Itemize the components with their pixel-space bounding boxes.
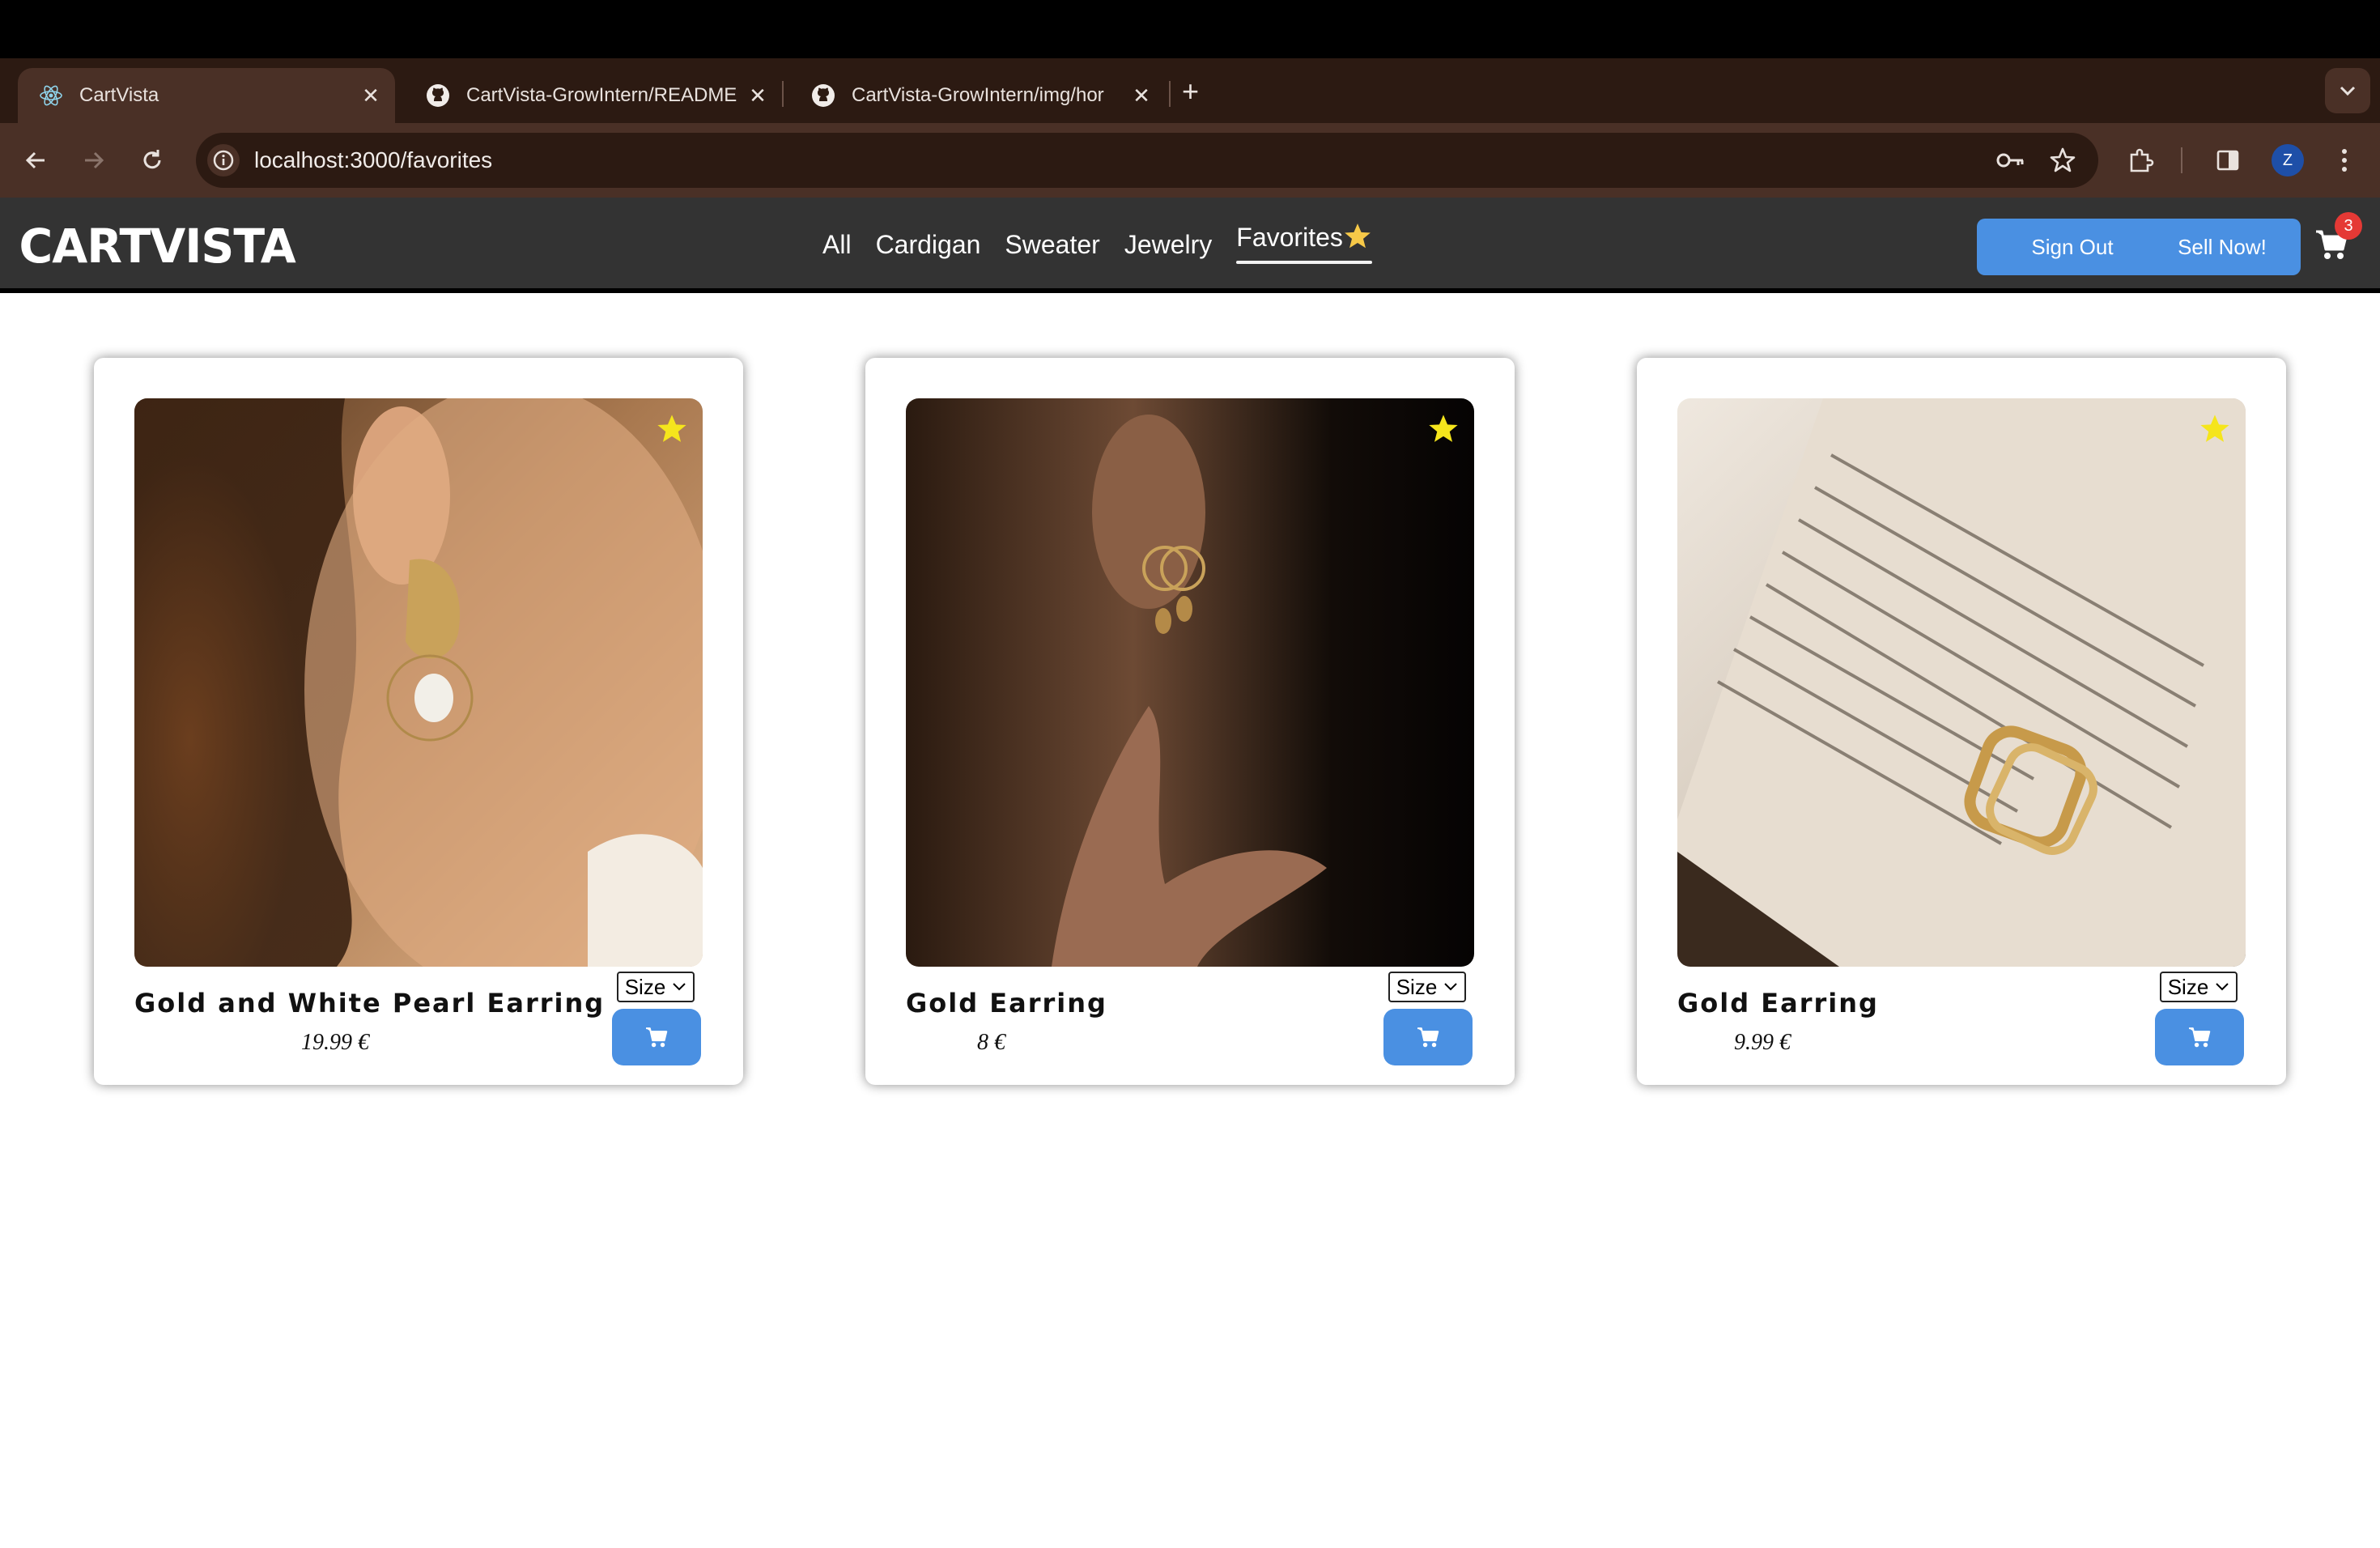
size-label: Size xyxy=(2167,974,2209,999)
back-arrow-icon[interactable] xyxy=(16,141,55,180)
sign-out-button[interactable]: Sign Out xyxy=(1977,219,2168,275)
size-select[interactable]: Size xyxy=(2160,972,2238,1002)
product-price: 8 € xyxy=(977,1030,1005,1055)
product-card: Gold and White Pearl Earring 19.99 € Siz… xyxy=(94,358,743,1085)
forward-arrow-icon[interactable] xyxy=(74,141,113,180)
add-to-cart-button[interactable] xyxy=(612,1009,701,1065)
nav-link-cardigan[interactable]: Cardigan xyxy=(876,230,981,261)
reload-icon[interactable] xyxy=(133,141,172,180)
tab-title: CartVista-GrowIntern/img/hor xyxy=(852,84,1104,106)
cart-icon xyxy=(646,1027,668,1048)
close-tab-icon[interactable]: ✕ xyxy=(359,83,382,108)
product-card: Gold Earring 8 € Size xyxy=(865,358,1515,1085)
category-nav: All Cardigan Sweater Jewelry Favorites xyxy=(822,223,1372,264)
product-card: Gold Earring 9.99 € Size xyxy=(1637,358,2286,1085)
macos-top-bar xyxy=(0,0,2380,58)
cart-icon xyxy=(1417,1027,1439,1048)
product-image-gold-earring[interactable] xyxy=(906,398,1474,967)
github-icon xyxy=(426,83,450,108)
new-tab-plus-icon[interactable]: + xyxy=(1182,74,1199,108)
size-label: Size xyxy=(1396,974,1438,999)
favorite-star-icon[interactable] xyxy=(1427,413,1460,445)
chevron-down-icon xyxy=(673,983,686,991)
size-label: Size xyxy=(624,974,666,999)
react-icon xyxy=(39,83,63,108)
product-name: Gold and White Pearl Earring xyxy=(134,988,606,1019)
product-name: Gold Earring xyxy=(906,988,1107,1019)
cart-count-badge: 3 xyxy=(2335,212,2362,240)
close-tab-icon[interactable]: ✕ xyxy=(1130,83,1153,108)
browser-tab-img[interactable]: CartVista-GrowIntern/img/hor ✕ xyxy=(790,68,1166,123)
browser-tab-cartvista[interactable]: CartVista ✕ xyxy=(18,68,395,123)
tab-search-chevron-icon[interactable] xyxy=(2325,68,2370,113)
bookmark-star-icon[interactable] xyxy=(2046,144,2079,176)
close-tab-icon[interactable]: ✕ xyxy=(746,83,769,108)
nav-link-all[interactable]: All xyxy=(822,230,852,261)
browser-toolbar: localhost:3000/favorites Z xyxy=(0,123,2380,198)
add-to-cart-button[interactable] xyxy=(2155,1009,2244,1065)
nav-link-jewelry[interactable]: Jewelry xyxy=(1124,230,1212,261)
product-image-pearl-earring[interactable] xyxy=(134,398,703,967)
extensions-puzzle-icon[interactable] xyxy=(2121,141,2160,180)
sell-now-button[interactable]: Sell Now! xyxy=(2144,219,2301,275)
favorite-star-icon[interactable] xyxy=(656,413,688,445)
address-bar[interactable]: localhost:3000/favorites xyxy=(196,133,2098,188)
product-image-gold-hoop-earring[interactable] xyxy=(1677,398,2246,967)
product-price: 9.99 € xyxy=(1734,1030,1791,1055)
tab-title: CartVista-GrowIntern/README xyxy=(466,84,737,106)
product-name: Gold Earring xyxy=(1677,988,1879,1019)
size-select[interactable]: Size xyxy=(1388,972,1466,1002)
site-info-icon[interactable] xyxy=(207,144,240,176)
nav-link-sweater[interactable]: Sweater xyxy=(1005,230,1099,261)
url-text[interactable]: localhost:3000/favorites xyxy=(254,147,492,173)
add-to-cart-button[interactable] xyxy=(1383,1009,1473,1065)
chevron-down-icon xyxy=(1444,983,1457,991)
tab-separator xyxy=(782,81,784,107)
cartvista-logo[interactable]: CARTVISTA xyxy=(19,219,295,274)
github-icon xyxy=(811,83,835,108)
size-select[interactable]: Size xyxy=(617,972,695,1002)
product-price: 19.99 € xyxy=(301,1030,369,1055)
cart-icon xyxy=(2189,1027,2211,1048)
favorites-label: Favorites xyxy=(1236,223,1343,252)
password-key-icon[interactable] xyxy=(1995,144,2027,176)
profile-avatar[interactable]: Z xyxy=(2272,144,2304,176)
tab-title: CartVista xyxy=(79,84,159,106)
app-navbar: CARTVISTA All Cardigan Sweater Jewelry F… xyxy=(0,198,2380,293)
nav-link-favorites[interactable]: Favorites xyxy=(1236,222,1372,264)
browser-tab-readme[interactable]: CartVista-GrowIntern/README ✕ xyxy=(405,68,782,123)
side-panel-icon[interactable] xyxy=(2208,141,2247,180)
toolbar-divider xyxy=(2181,147,2182,173)
favorites-star-icon xyxy=(1344,223,1371,249)
tab-separator xyxy=(1169,81,1171,107)
browser-menu-kebab-icon[interactable] xyxy=(2325,141,2364,180)
chevron-down-icon xyxy=(2216,983,2229,991)
favorite-star-icon[interactable] xyxy=(2199,413,2231,445)
